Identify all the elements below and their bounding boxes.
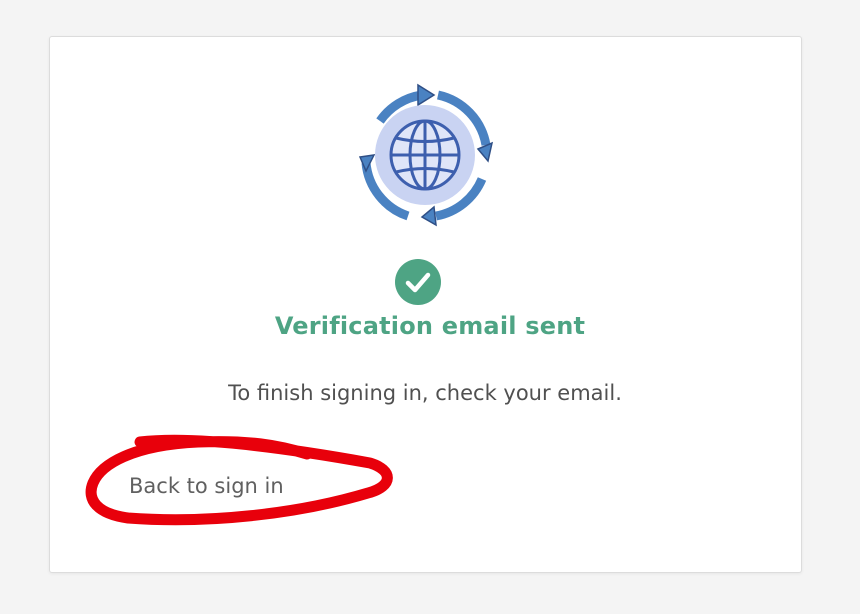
- check-circle-icon: [395, 259, 441, 305]
- status-title: Verification email sent: [274, 312, 586, 340]
- back-to-sign-in-link[interactable]: Back to sign in: [129, 474, 284, 498]
- globe-sync-icon: [358, 83, 494, 227]
- instruction-text: To finish signing in, check your email.: [228, 381, 622, 405]
- page-background: Verification email sent To finish signin…: [0, 0, 860, 614]
